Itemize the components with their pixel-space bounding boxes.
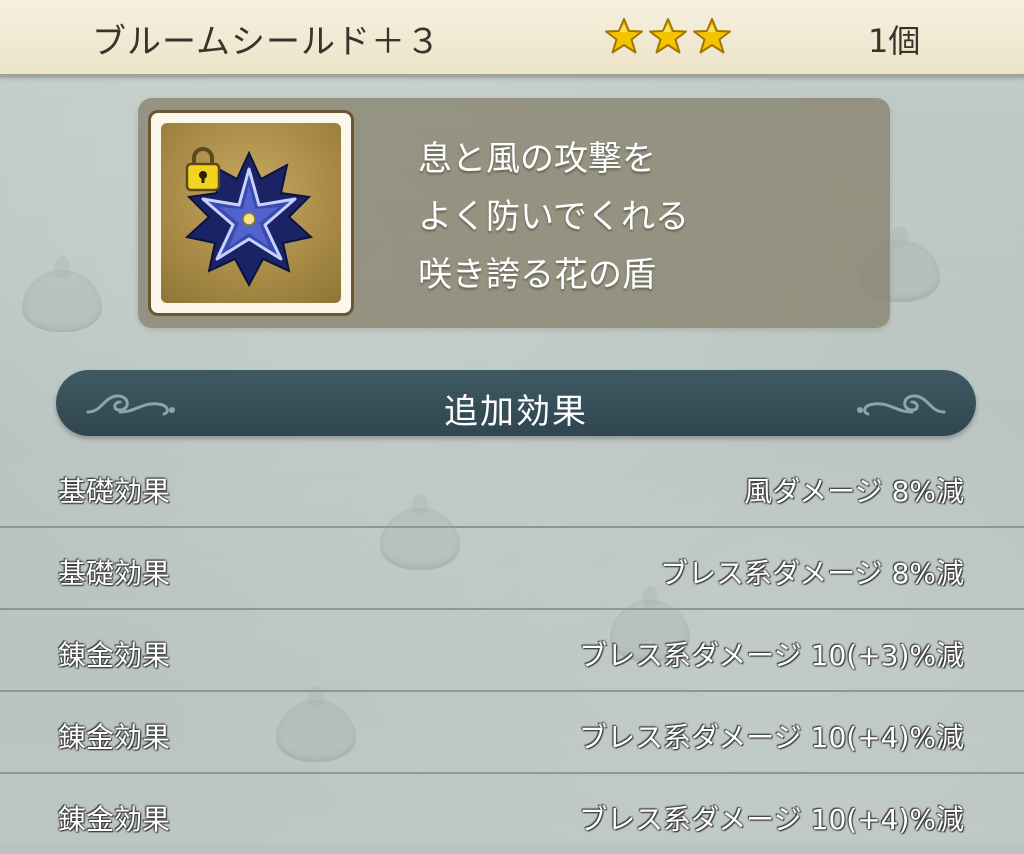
effect-row: 基礎効果 ブレス系ダメージ 8%減 bbox=[0, 528, 1024, 610]
effect-row: 錬金効果 ブレス系ダメージ 10(+4)%減 bbox=[0, 692, 1024, 774]
item-count: 1個 bbox=[868, 22, 921, 60]
effect-row: 錬金効果 ブレス系ダメージ 10(+4)%減 bbox=[0, 774, 1024, 854]
additional-effects-banner: 追加効果 bbox=[56, 370, 976, 436]
effect-value: 風ダメージ 8%減 bbox=[744, 475, 964, 508]
star-icon bbox=[649, 18, 687, 54]
effect-value: ブレス系ダメージ 10(+4)%減 bbox=[579, 721, 964, 754]
effect-row: 錬金効果 ブレス系ダメージ 10(+3)%減 bbox=[0, 610, 1024, 692]
star-icon bbox=[693, 18, 731, 54]
item-icon-frame bbox=[148, 110, 354, 316]
item-icon-background bbox=[161, 123, 341, 303]
effect-row: 基礎効果 風ダメージ 8%減 bbox=[0, 446, 1024, 528]
effect-label: 錬金効果 bbox=[58, 803, 171, 836]
item-header: ブルームシールド＋３ 1個 bbox=[0, 0, 1024, 77]
flourish-right-icon bbox=[857, 394, 946, 416]
effects-list: 基礎効果 風ダメージ 8%減 基礎効果 ブレス系ダメージ 8%減 錬金効果 ブレ… bbox=[0, 446, 1024, 854]
description-line: 咲き誇る花の盾 bbox=[418, 255, 656, 295]
rarity-stars bbox=[604, 16, 732, 56]
description-line: よく防いでくれる bbox=[418, 197, 689, 237]
effect-label: 基礎効果 bbox=[58, 475, 171, 508]
description-line: 息と風の攻撃を bbox=[418, 139, 656, 179]
effect-label: 錬金効果 bbox=[58, 721, 171, 754]
effect-label: 基礎効果 bbox=[58, 557, 171, 590]
lock-icon bbox=[185, 147, 221, 192]
section-title: 追加効果 bbox=[444, 392, 588, 432]
item-description: 息と風の攻撃を よく防いでくれる 咲き誇る花の盾 bbox=[418, 130, 689, 304]
slime-watermark-icon bbox=[22, 256, 102, 332]
effect-value: ブレス系ダメージ 10(+4)%減 bbox=[579, 803, 964, 836]
effect-value: ブレス系ダメージ 10(+3)%減 bbox=[579, 639, 964, 672]
effect-value: ブレス系ダメージ 8%減 bbox=[660, 557, 964, 590]
star-icon bbox=[605, 18, 643, 54]
item-name: ブルームシールド＋３ bbox=[92, 22, 441, 62]
effect-label: 錬金効果 bbox=[58, 639, 171, 672]
